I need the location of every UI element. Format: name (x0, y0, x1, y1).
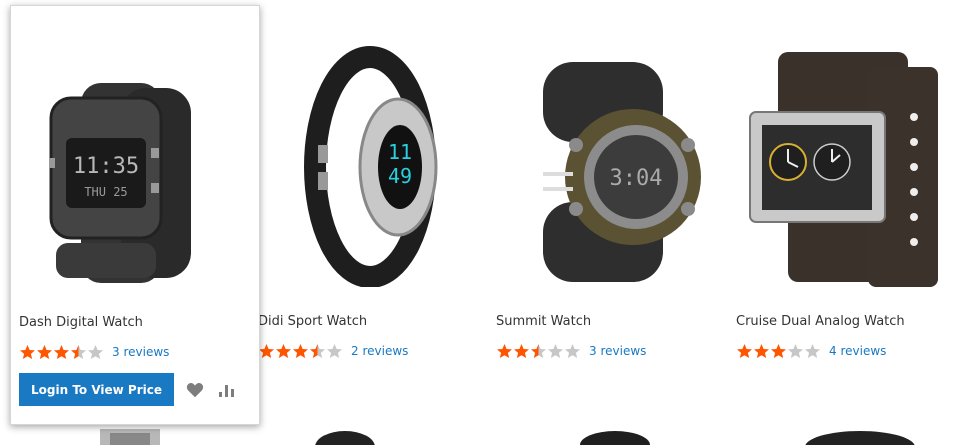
star-empty-icon (548, 344, 563, 358)
product-card-summit-watch[interactable]: 3:04 Summit Watch 3 reviews (488, 5, 728, 425)
reviews-link[interactable]: 4 reviews (829, 344, 886, 358)
star-half-icon (71, 345, 86, 359)
svg-text:3:04: 3:04 (610, 166, 663, 191)
star-empty-icon (565, 344, 580, 358)
product-rating: 3 reviews (496, 343, 646, 359)
star-filled-icon (276, 344, 291, 358)
star-filled-icon (514, 344, 529, 358)
reviews-link[interactable]: 2 reviews (351, 344, 408, 358)
star-filled-icon (20, 345, 35, 359)
next-row-product-images (100, 429, 915, 445)
reviews-link[interactable]: 3 reviews (112, 345, 169, 359)
star-filled-icon (259, 344, 274, 358)
star-filled-icon (497, 344, 512, 358)
star-filled-icon (737, 344, 752, 358)
rating-stars (258, 343, 343, 359)
product-name[interactable]: Summit Watch (496, 314, 591, 329)
star-empty-icon (805, 344, 820, 358)
star-half-icon (310, 344, 325, 358)
star-empty-icon (327, 344, 342, 358)
star-filled-icon (54, 345, 69, 359)
svg-text:THU 25: THU 25 (84, 185, 127, 199)
heart-icon[interactable] (184, 380, 206, 400)
product-name[interactable]: Didi Sport Watch (258, 314, 367, 329)
product-image[interactable]: 3:04 (488, 27, 718, 287)
star-half-icon (531, 344, 546, 358)
product-card-cruise-dual-analog-watch[interactable]: Cruise Dual Analog Watch 4 reviews (728, 5, 964, 425)
product-actions: Login To View Price (19, 373, 238, 406)
rating-stars (19, 344, 104, 360)
rating-stars (496, 343, 581, 359)
star-filled-icon (37, 345, 52, 359)
login-to-view-price-button[interactable]: Login To View Price (19, 373, 174, 406)
product-rating: 4 reviews (736, 343, 886, 359)
product-image[interactable]: 11 49 (250, 27, 480, 287)
star-empty-icon (788, 344, 803, 358)
product-image[interactable]: 11:35 THU 25 (11, 28, 241, 288)
product-image[interactable] (728, 27, 958, 287)
bar-chart-icon[interactable] (216, 380, 238, 400)
product-card-didi-sport-watch[interactable]: 11 49 Didi Sport Watch 2 reviews (250, 5, 490, 425)
star-filled-icon (754, 344, 769, 358)
reviews-link[interactable]: 3 reviews (589, 344, 646, 358)
star-empty-icon (88, 345, 103, 359)
star-filled-icon (293, 344, 308, 358)
star-filled-icon (771, 344, 786, 358)
product-name[interactable]: Dash Digital Watch (19, 315, 143, 330)
svg-text:49: 49 (388, 164, 412, 188)
product-rating: 2 reviews (258, 343, 408, 359)
product-grid: 11:35 THU 25 Dash Digital Watch 3 review… (0, 0, 964, 445)
product-card-dash-digital-watch[interactable]: 11:35 THU 25 Dash Digital Watch 3 review… (10, 5, 260, 425)
svg-text:11:35: 11:35 (73, 154, 139, 179)
svg-text:11: 11 (388, 140, 412, 164)
rating-stars (736, 343, 821, 359)
product-name[interactable]: Cruise Dual Analog Watch (736, 314, 905, 329)
product-rating: 3 reviews (19, 344, 169, 360)
